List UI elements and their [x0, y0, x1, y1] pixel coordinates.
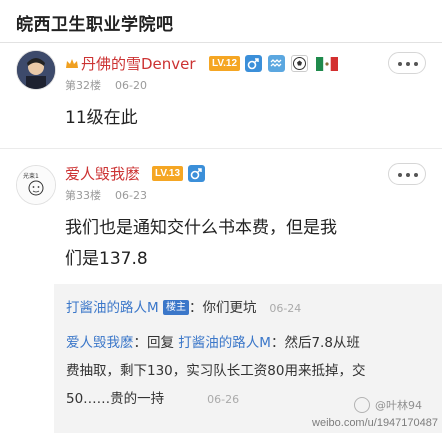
divider	[0, 148, 442, 149]
reply-line: 费抽取，剩下130，实习队长工资80用来抵掉，交	[66, 363, 366, 379]
more-button[interactable]	[388, 52, 426, 74]
post-date: 06-20	[115, 79, 147, 92]
floor-number: 第33楼 06-23	[65, 187, 147, 203]
watermark-url: weibo.com/u/1947170487	[312, 417, 438, 429]
vip-crown-icon	[65, 56, 79, 70]
soccer-icon	[291, 55, 308, 72]
reply-time: 06-26	[207, 393, 240, 406]
male-icon	[245, 55, 262, 72]
more-dot	[406, 62, 410, 66]
reply-line: 爱人毁我麽：回复 打酱油的路人M：然后7.8从班	[66, 329, 436, 357]
weibo-icon	[354, 397, 370, 413]
reply-text: ：你们更坑	[188, 300, 257, 316]
more-dot	[414, 62, 418, 66]
floor-label: 第32楼	[65, 79, 101, 92]
avatar-image: 光束1	[17, 166, 55, 204]
floor-number: 第32楼 06-20	[65, 77, 147, 93]
reply-target[interactable]: 打酱油的路人M	[178, 335, 271, 351]
avatar[interactable]	[16, 50, 56, 90]
post-content: 11级在此	[65, 108, 138, 128]
post-date: 06-23	[115, 189, 147, 202]
more-dot	[414, 173, 418, 177]
floor-label: 第33楼	[65, 189, 101, 202]
avatar-image	[17, 51, 55, 89]
avatar[interactable]: 光束1	[16, 165, 56, 205]
page-header: 皖西卫生职业学院吧	[0, 0, 442, 43]
post-content-line: 们是137.8	[65, 249, 148, 269]
male-icon	[188, 165, 205, 182]
more-dot	[406, 173, 410, 177]
more-icon	[398, 62, 402, 66]
mexico-flag-icon	[316, 56, 338, 71]
reply-author[interactable]: 打酱油的路人M	[66, 300, 159, 316]
more-icon	[398, 173, 402, 177]
reply-text: 50……贵的一持	[66, 391, 165, 407]
watermark-handle: @叶林94	[375, 399, 422, 412]
post-content-line: 我们也是通知交什么书本费，但是我	[65, 218, 337, 238]
reply-time: 06-24	[269, 302, 302, 315]
reply-author[interactable]: 爱人毁我麽	[66, 335, 134, 351]
level-badge: LV.12	[209, 56, 241, 71]
post-username[interactable]: 爱人毁我麽	[65, 163, 140, 184]
post-content: 我们也是通知交什么书本费，但是我 们是137.8	[65, 213, 337, 275]
aquarius-icon	[268, 55, 285, 72]
reply-text: ：然后7.8从班	[270, 335, 360, 351]
page-title: 皖西卫生职业学院吧	[16, 15, 174, 35]
post-username[interactable]: 丹佛的雪Denver	[81, 53, 196, 74]
level-badge: LV.13	[152, 166, 184, 181]
svg-text:光束1: 光束1	[23, 172, 39, 180]
reply-item[interactable]: 打酱油的路人M 楼主 ：你们更坑 06-24	[66, 294, 301, 323]
louzhu-badge: 楼主	[162, 300, 189, 315]
more-button[interactable]	[388, 163, 426, 185]
reply-prefix: ：回复	[133, 335, 179, 351]
